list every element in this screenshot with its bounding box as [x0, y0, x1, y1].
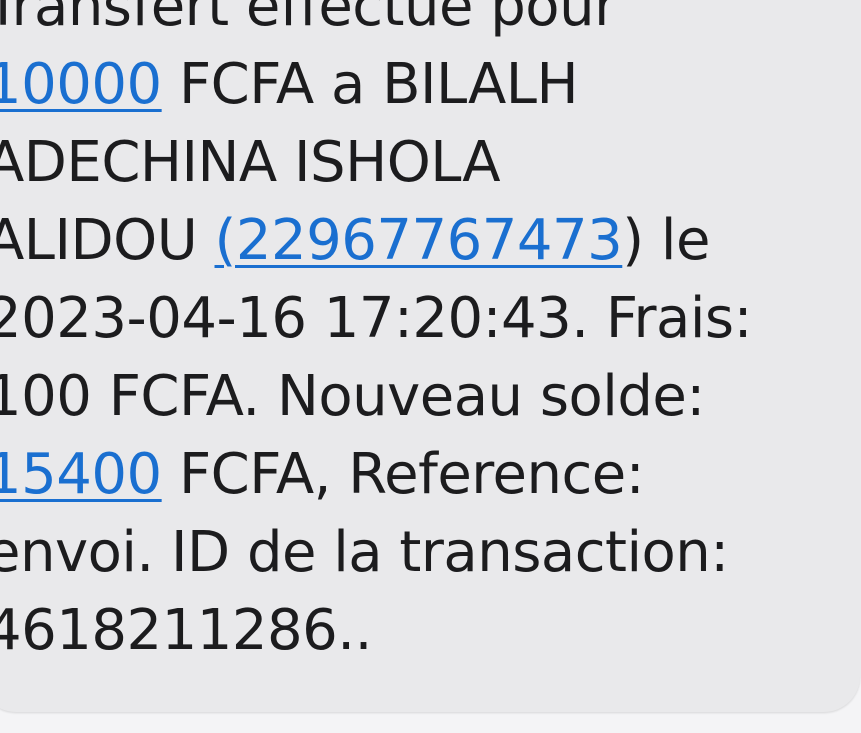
message-line: Transfert effectue pour: [0, 0, 836, 46]
message-line: 2023-04-16 17:20:43. Frais:: [0, 280, 836, 358]
message-text-segment: FCFA, Reference:: [161, 442, 645, 507]
message-text-segment: FCFA a BILALH: [161, 52, 579, 117]
message-text-segment: 4618211286..: [0, 598, 372, 663]
message-text-segment: Transfert effectue pour: [0, 0, 617, 39]
amount-link[interactable]: 10000: [0, 52, 162, 117]
sms-message-text: Transfert effectue pour 10000 FCFA a BILA…: [0, 0, 836, 670]
message-line: 4618211286..: [0, 592, 836, 670]
phone-number-link[interactable]: (22967767473: [215, 208, 623, 273]
message-text-segment: ) le: [622, 208, 710, 273]
message-line: 15400 FCFA, Reference:: [0, 436, 836, 514]
message-text-segment: ADECHINA ISHOLA: [0, 130, 501, 195]
message-text-segment: envoi. ID de la transaction:: [0, 520, 729, 585]
message-line: ADECHINA ISHOLA: [0, 124, 836, 202]
message-text-segment: ALIDOU: [0, 208, 215, 273]
message-bubble[interactable]: Transfert effectue pour 10000 FCFA a BILA…: [0, 0, 860, 712]
message-line: 10000 FCFA a BILALH: [0, 46, 836, 124]
balance-link[interactable]: 15400: [0, 442, 162, 507]
message-line: 100 FCFA. Nouveau solde:: [0, 358, 836, 436]
message-line: ALIDOU (22967767473) le: [0, 202, 836, 280]
message-text-segment: 100 FCFA. Nouveau solde:: [0, 364, 705, 429]
message-line: envoi. ID de la transaction:: [0, 514, 836, 592]
message-text-segment: 2023-04-16 17:20:43. Frais:: [0, 286, 752, 351]
